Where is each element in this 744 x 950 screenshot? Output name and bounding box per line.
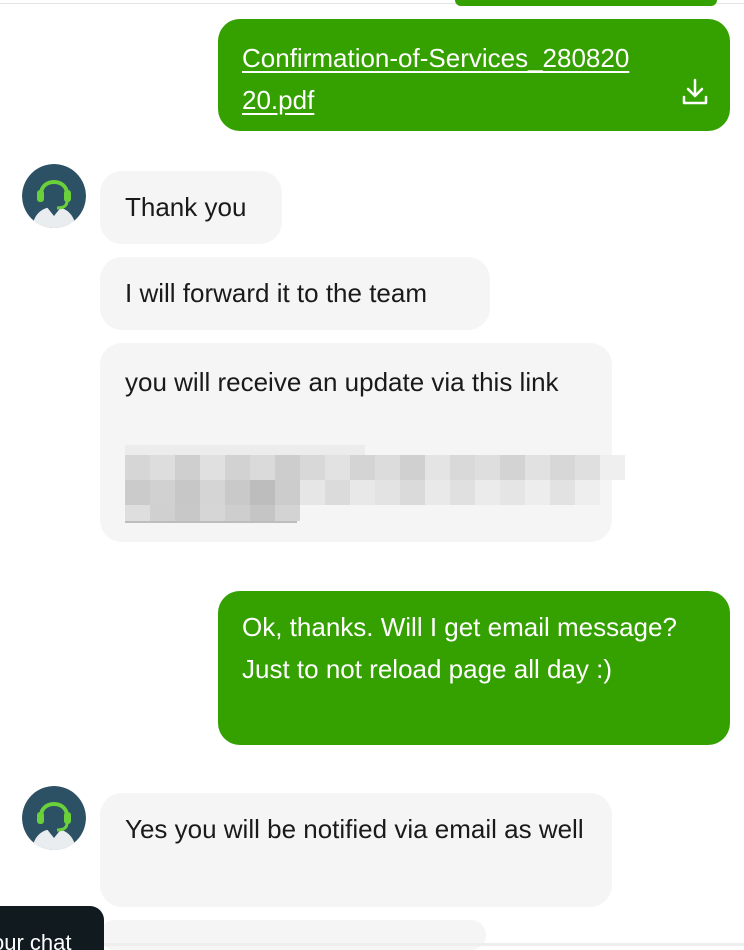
agent-avatar bbox=[22, 786, 86, 850]
message-text: you will receive an update via this link bbox=[125, 367, 559, 397]
agent-avatar bbox=[22, 164, 86, 228]
attachment-link[interactable]: Confirmation-of-Services_28082020.pdf bbox=[242, 37, 642, 121]
user-message: Ok, thanks. Will I get email message? Ju… bbox=[218, 591, 730, 745]
agent-message: Yes you will be notified via email as we… bbox=[100, 793, 612, 907]
message-text: I will forward it to the team bbox=[125, 278, 427, 308]
download-icon[interactable] bbox=[680, 77, 710, 107]
redacted-link bbox=[125, 445, 625, 523]
support-agent-icon bbox=[22, 164, 86, 228]
message-text: Thank you bbox=[125, 192, 247, 222]
support-agent-icon bbox=[22, 786, 86, 850]
chat-tab-button[interactable]: our chat bbox=[0, 906, 104, 950]
previous-message-bubble bbox=[455, 0, 717, 6]
agent-message: Thank you bbox=[100, 171, 282, 244]
bottom-divider bbox=[100, 943, 744, 946]
agent-message: you will receive an update via this link bbox=[100, 343, 625, 542]
file-attachment-bubble: Confirmation-of-Services_28082020.pdf bbox=[218, 19, 730, 131]
message-text: Yes you will be notified via email as we… bbox=[125, 814, 584, 844]
message-text: Ok, thanks. Will I get email message? Ju… bbox=[242, 612, 677, 684]
agent-message: I will forward it to the team bbox=[100, 257, 490, 330]
chat-tab-label: our chat bbox=[0, 930, 72, 950]
